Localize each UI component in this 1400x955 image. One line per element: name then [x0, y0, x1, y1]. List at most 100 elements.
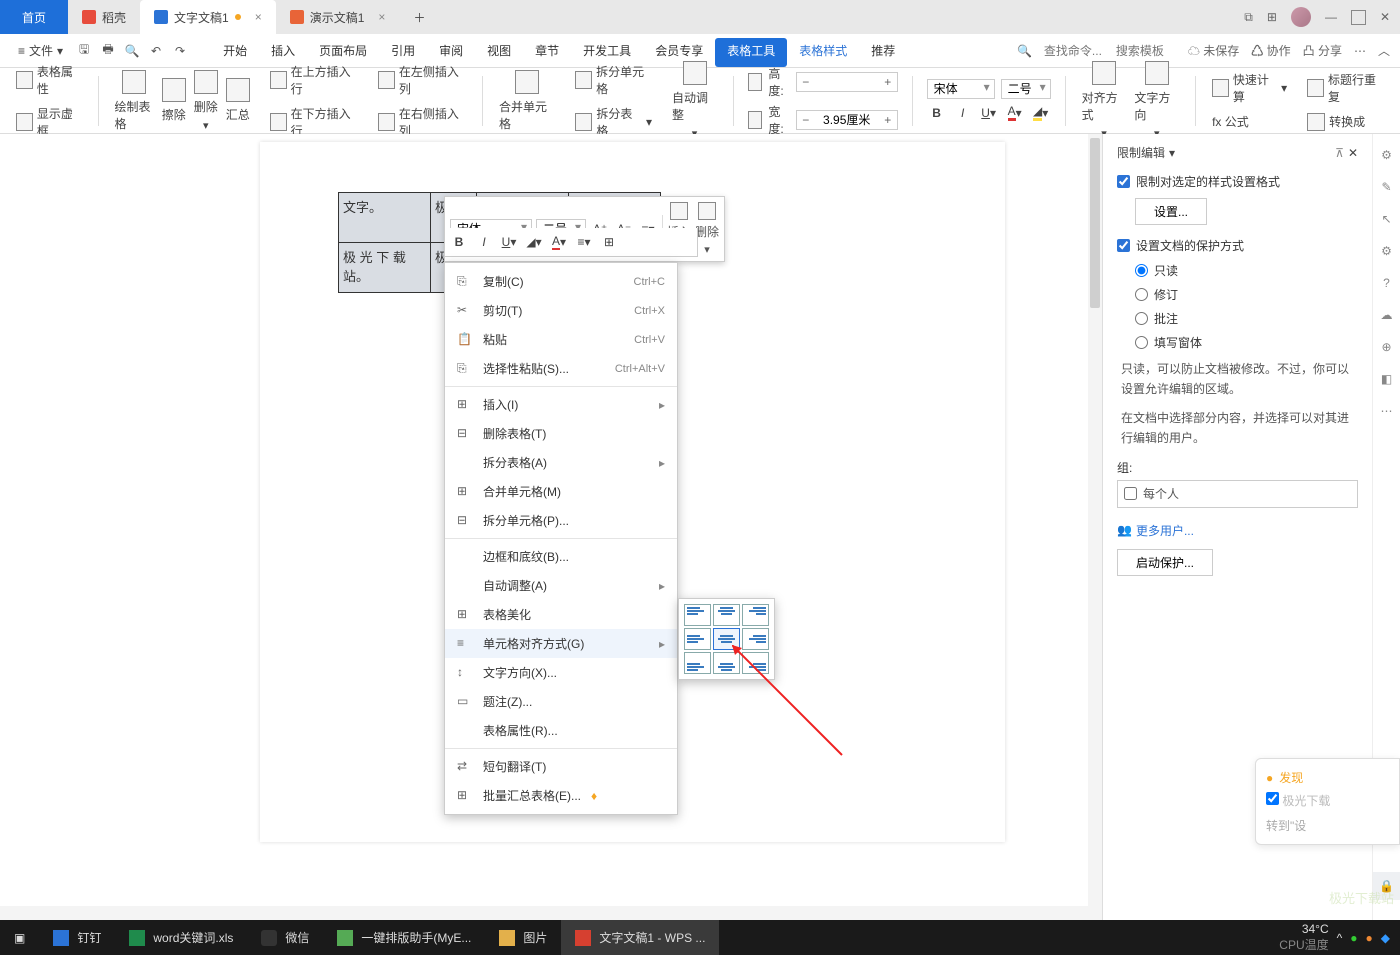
tab-table-style[interactable]: 表格样式	[787, 34, 859, 67]
scrollbar-thumb[interactable]	[1090, 138, 1100, 308]
close-window-button[interactable]: ✕	[1380, 10, 1390, 24]
ctx-cell-align[interactable]: ≡单元格对齐方式(G)▸	[445, 629, 677, 658]
mini-merge-button[interactable]: ⊞	[599, 232, 619, 252]
vertical-scrollbar[interactable]	[1088, 134, 1102, 920]
delete-button[interactable]: 删除▾	[192, 68, 220, 134]
bold-button[interactable]: B	[927, 103, 947, 123]
tab-word-doc[interactable]: 文字文稿1×	[140, 0, 276, 34]
tab-presentation[interactable]: 演示文稿1×	[276, 0, 400, 34]
file-menu[interactable]: ≡ 文件 ▾	[10, 38, 71, 63]
ctx-batch-sum[interactable]: ⊞批量汇总表格(E)... ♦	[445, 781, 677, 810]
cloud-icon[interactable]: ☁	[1381, 308, 1393, 322]
assistant-icon[interactable]: ⚙	[1381, 148, 1392, 162]
mini-bold-button[interactable]: B	[449, 232, 469, 252]
table-cell[interactable]: 文字。	[339, 193, 431, 243]
ctx-text-direction[interactable]: ↕文字方向(X)...	[445, 658, 677, 687]
protect-mode-checkbox[interactable]: 设置文档的保护方式	[1117, 237, 1358, 254]
tab-view[interactable]: 视图	[475, 34, 523, 67]
close-tab-icon[interactable]: ×	[255, 10, 262, 24]
height-input[interactable]	[815, 73, 879, 91]
search-template-input[interactable]	[1116, 44, 1176, 58]
mini-color-button[interactable]: A▾	[549, 232, 569, 252]
convert-button[interactable]: 转换成	[1305, 111, 1386, 133]
align-top-left[interactable]	[684, 604, 711, 626]
ctx-split-cells[interactable]: ⊟拆分单元格(P)...	[445, 506, 677, 535]
inc-button[interactable]: +	[879, 111, 897, 129]
title-row-repeat-button[interactable]: 标题行重复	[1305, 69, 1386, 107]
taskbar-folder[interactable]: 图片	[485, 920, 561, 955]
taskbar-helper[interactable]: 一键排版助手(MyE...	[323, 920, 485, 955]
align-middle-left[interactable]	[684, 628, 711, 650]
ctx-paste[interactable]: 📋粘贴Ctrl+V	[445, 325, 677, 354]
dec-button[interactable]: −	[797, 73, 815, 91]
formula-button[interactable]: fx 公式	[1210, 111, 1289, 132]
ctx-caption[interactable]: ▭题注(Z)...	[445, 687, 677, 716]
ctx-autofit[interactable]: 自动调整(A)▸	[445, 571, 677, 600]
more-users-link[interactable]: 👥 更多用户...	[1117, 522, 1358, 539]
align-bottom-center[interactable]	[713, 652, 740, 674]
ctx-cut[interactable]: ✂剪切(T)Ctrl+X	[445, 296, 677, 325]
settings-button[interactable]: 设置...	[1135, 198, 1207, 225]
italic-button[interactable]: I	[953, 103, 973, 123]
minimize-button[interactable]: —	[1325, 10, 1337, 24]
autofit-button[interactable]: 自动调整▾	[670, 59, 719, 142]
grid-icon[interactable]: ⊞	[1267, 10, 1277, 24]
mini-delete-button[interactable]: 删除▾	[695, 202, 719, 256]
help-icon[interactable]: ?	[1383, 276, 1390, 290]
summary-button[interactable]: 汇总	[224, 76, 252, 125]
align-middle-center[interactable]	[713, 628, 740, 650]
more-icon[interactable]: ⋯	[1381, 404, 1393, 418]
tab-home[interactable]: 首页	[0, 0, 68, 34]
collab-button[interactable]: ♺ 协作	[1251, 42, 1290, 59]
tab-recommend[interactable]: 推荐	[859, 34, 907, 67]
start-protection-button[interactable]: 启动保护...	[1117, 549, 1213, 576]
tab-chapter[interactable]: 章节	[523, 34, 571, 67]
maximize-button[interactable]	[1351, 10, 1366, 25]
ctx-merge-cells[interactable]: ⊞合并单元格(M)	[445, 477, 677, 506]
tray-icon[interactable]: ●	[1350, 931, 1357, 945]
height-stepper[interactable]: −+	[796, 72, 898, 92]
radio-form[interactable]: 填写窗体	[1135, 334, 1358, 351]
radio-readonly[interactable]: 只读	[1135, 262, 1358, 279]
tab-start[interactable]: 开始	[211, 34, 259, 67]
ctx-insert[interactable]: ⊞插入(I)▸	[445, 390, 677, 419]
redo-icon[interactable]: ↷	[169, 40, 191, 62]
inc-button[interactable]: +	[879, 73, 897, 91]
save-icon[interactable]: 🖫	[73, 40, 95, 62]
new-tab-button[interactable]: ＋	[399, 0, 439, 34]
radio-revision[interactable]: 修订	[1135, 286, 1358, 303]
bubble-checkbox[interactable]	[1266, 792, 1279, 805]
ctx-split-table[interactable]: 拆分表格(A)▸	[445, 448, 677, 477]
tray-icon[interactable]: ●	[1366, 931, 1373, 945]
mini-align-button[interactable]: ≡▾	[574, 232, 594, 252]
search-command-input[interactable]	[1044, 44, 1104, 58]
mini-highlight-button[interactable]: ◢▾	[524, 232, 544, 252]
undo-icon[interactable]: ↶	[145, 40, 167, 62]
split-cell-button[interactable]: 拆分单元格	[573, 61, 654, 99]
close-panel-icon[interactable]: ✕	[1348, 146, 1358, 160]
close-tab-icon[interactable]: ×	[378, 10, 385, 24]
taskbar-wps[interactable]: 文字文稿1 - WPS ...	[561, 920, 719, 955]
ctx-translate[interactable]: ⇄短句翻译(T)	[445, 752, 677, 781]
font-color-button[interactable]: A▾	[1005, 103, 1025, 123]
dec-button[interactable]: −	[797, 111, 815, 129]
mini-underline-button[interactable]: U▾	[499, 232, 519, 252]
ctx-border-shading[interactable]: 边框和底纹(B)...	[445, 542, 677, 571]
ctx-beautify[interactable]: ⊞表格美化	[445, 600, 677, 629]
taskbar-wechat[interactable]: 微信	[247, 920, 323, 955]
more-icon[interactable]: ⋯	[1354, 44, 1366, 58]
tray-expand-icon[interactable]: ^	[1337, 931, 1343, 945]
font-family-select[interactable]: 宋体	[927, 79, 995, 99]
alignment-button[interactable]: 对齐方式▾	[1080, 59, 1129, 142]
pencil-icon[interactable]: ✎	[1381, 180, 1391, 194]
align-bottom-right[interactable]	[742, 652, 769, 674]
ctx-table-props[interactable]: 表格属性(R)...	[445, 716, 677, 745]
pin-icon[interactable]: ⊼	[1335, 146, 1344, 160]
taskbar-dingtalk[interactable]: 钉钉	[39, 920, 115, 955]
share-button[interactable]: 凸 分享	[1303, 42, 1342, 59]
highlight-button[interactable]: ◢▾	[1031, 103, 1051, 123]
more-tools-icon[interactable]: ◧	[1381, 372, 1392, 386]
insert-col-left-button[interactable]: 在左侧插入列	[376, 61, 468, 99]
width-stepper[interactable]: −+	[796, 110, 898, 130]
print-icon[interactable]: 🖶	[97, 40, 119, 62]
